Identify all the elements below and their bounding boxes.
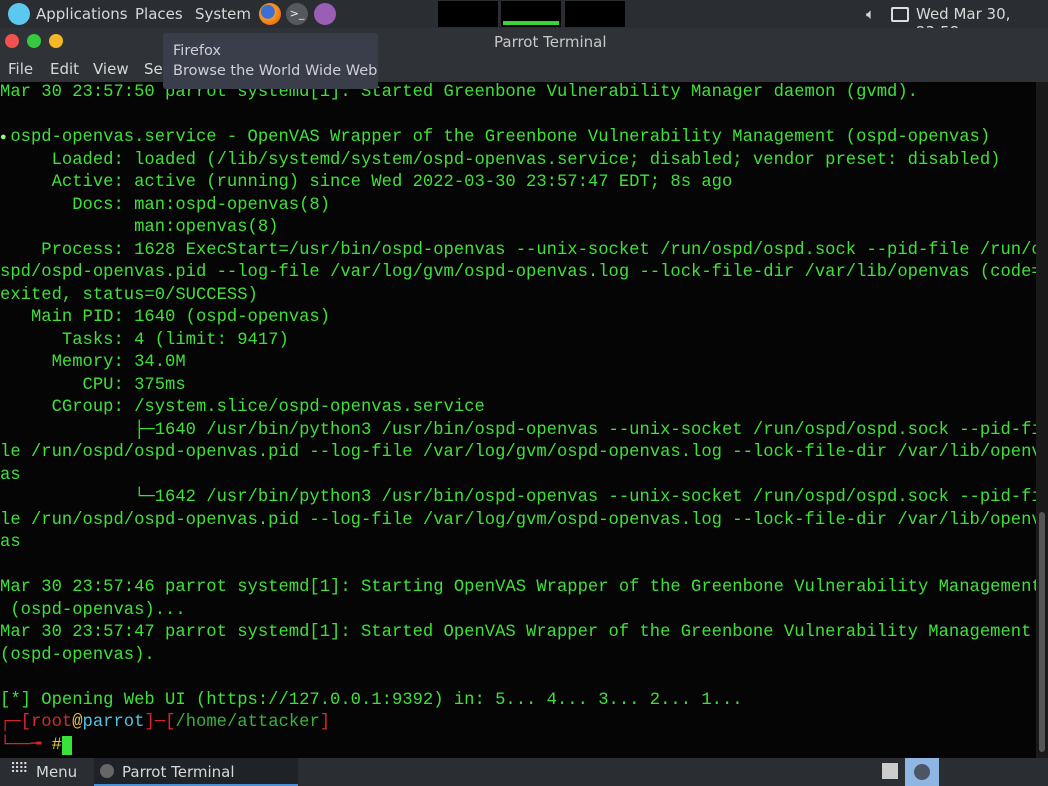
cursor: [61, 735, 73, 755]
display-icon[interactable]: [891, 7, 909, 22]
terminal-line: CGroup: /system.slice/ospd-openvas.servi…: [0, 398, 485, 417]
window-title: Parrot Terminal: [494, 33, 607, 51]
prompt-host: parrot: [82, 713, 145, 732]
close-button[interactable]: [5, 34, 19, 48]
menu-view[interactable]: View: [93, 60, 129, 78]
prompt-path: /home/attacker: [175, 713, 320, 732]
tooltip-title: Firefox: [173, 43, 221, 59]
menu-bar: File Edit View Se: [0, 56, 1048, 82]
menu-edit[interactable]: Edit: [50, 60, 79, 78]
terminal-output[interactable]: Mar 30 23:57:50 parrot systemd[1]: Start…: [0, 82, 1036, 758]
terminal-lines: Mar 30 23:57:50 parrot systemd[1]: Start…: [0, 82, 1036, 712]
text-editor-launcher-icon[interactable]: [314, 3, 336, 25]
terminal-line: Mar 30 23:57:50 parrot systemd[1]: Start…: [0, 83, 918, 102]
terminal-icon: [100, 764, 114, 778]
prompt-user: root: [30, 713, 73, 732]
terminal-line: as: [0, 465, 21, 485]
terminal-line: le /run/ospd/ospd-openvas.pid --log-file…: [0, 443, 1036, 462]
terminal-line: Mar 30 23:57:46 parrot systemd[1]: Start…: [0, 578, 1036, 597]
input-line[interactable]: └──╼ #: [0, 735, 1036, 758]
tooltip-description: Browse the World Wide Web: [173, 63, 378, 79]
menu-file[interactable]: File: [8, 60, 33, 78]
terminal-line: ● ospd-openvas.service - OpenVAS Wrapper…: [0, 127, 1036, 150]
terminal-line: Docs: man:ospd-openvas(8): [0, 195, 331, 215]
terminal-line: as: [0, 533, 21, 552]
terminal-launcher-icon[interactable]: >_: [286, 3, 308, 25]
menu-search[interactable]: Se: [144, 60, 163, 78]
firefox-launcher-icon[interactable]: [259, 3, 281, 25]
cpu-monitor: [438, 1, 498, 27]
volume-icon[interactable]: 🔈︎: [866, 5, 875, 23]
places-menu[interactable]: Places: [135, 5, 183, 23]
terminal-line: (ospd-openvas).: [0, 645, 155, 665]
system-menu[interactable]: System: [195, 5, 251, 23]
minimize-button[interactable]: [49, 34, 63, 48]
terminal-line: Process: 1628 ExecStart=/usr/bin/ospd-op…: [0, 240, 1036, 260]
menu-grid-icon[interactable]: ⠿⠿: [10, 761, 28, 777]
terminal-line: └─1642 /usr/bin/python3 /usr/bin/ospd-op…: [0, 488, 1036, 507]
workspace-switcher[interactable]: [905, 758, 939, 786]
terminal-line: Mar 30 23:57:47 parrot systemd[1]: Start…: [0, 623, 1032, 642]
applications-menu[interactable]: Applications: [36, 5, 128, 23]
terminal-line: [*] Opening Web UI (https://127.0.0.1:93…: [0, 690, 743, 710]
service-status-dot: ●: [0, 132, 7, 144]
terminal-scrollbar[interactable]: [1036, 82, 1048, 758]
terminal-line: CPU: 375ms: [0, 375, 186, 395]
prompt-symbol: #: [51, 735, 62, 755]
terminal-line: Loaded: loaded (/lib/systemd/system/ospd…: [0, 150, 1001, 170]
terminal-line: Main PID: 1640 (ospd-openvas): [0, 308, 331, 327]
prompt-at: @: [72, 713, 83, 732]
window-titlebar[interactable]: Parrot Terminal: [0, 28, 1048, 56]
parrot-logo-icon[interactable]: [8, 3, 30, 25]
prompt-line: ┌─[root@parrot]─[/home/attacker]: [0, 713, 331, 732]
firefox-tooltip: Firefox Browse the World Wide Web: [163, 33, 378, 89]
taskbar-item-label: Parrot Terminal: [122, 763, 235, 781]
top-panel: Applications Places System >_ 🔈︎ Wed Mar…: [0, 0, 1048, 41]
terminal-line: Tasks: 4 (limit: 9417): [0, 330, 289, 350]
terminal-line: Memory: 34.0M: [0, 353, 186, 372]
bottom-panel: ⠿⠿ Menu Parrot Terminal: [0, 758, 1048, 786]
terminal-line: le /run/ospd/ospd-openvas.pid --log-file…: [0, 510, 1036, 530]
memory-monitor: [501, 1, 561, 27]
terminal-line: spd/ospd-openvas.pid --log-file /var/log…: [0, 263, 1036, 282]
network-monitor: [565, 1, 625, 27]
terminal-line: Active: active (running) since Wed 2022-…: [0, 173, 733, 192]
terminal-line: exited, status=0/SUCCESS): [0, 285, 258, 305]
terminal-line: ├─1640 /usr/bin/python3 /usr/bin/ospd-op…: [0, 420, 1036, 440]
terminal-line: (ospd-openvas)...: [0, 600, 186, 620]
main-menu-button[interactable]: Menu: [36, 763, 77, 781]
keyboard-layout-icon[interactable]: [882, 763, 898, 779]
taskbar-item-terminal[interactable]: Parrot Terminal: [94, 758, 298, 786]
terminal-line: man:openvas(8): [0, 218, 279, 237]
maximize-button[interactable]: [27, 34, 41, 48]
